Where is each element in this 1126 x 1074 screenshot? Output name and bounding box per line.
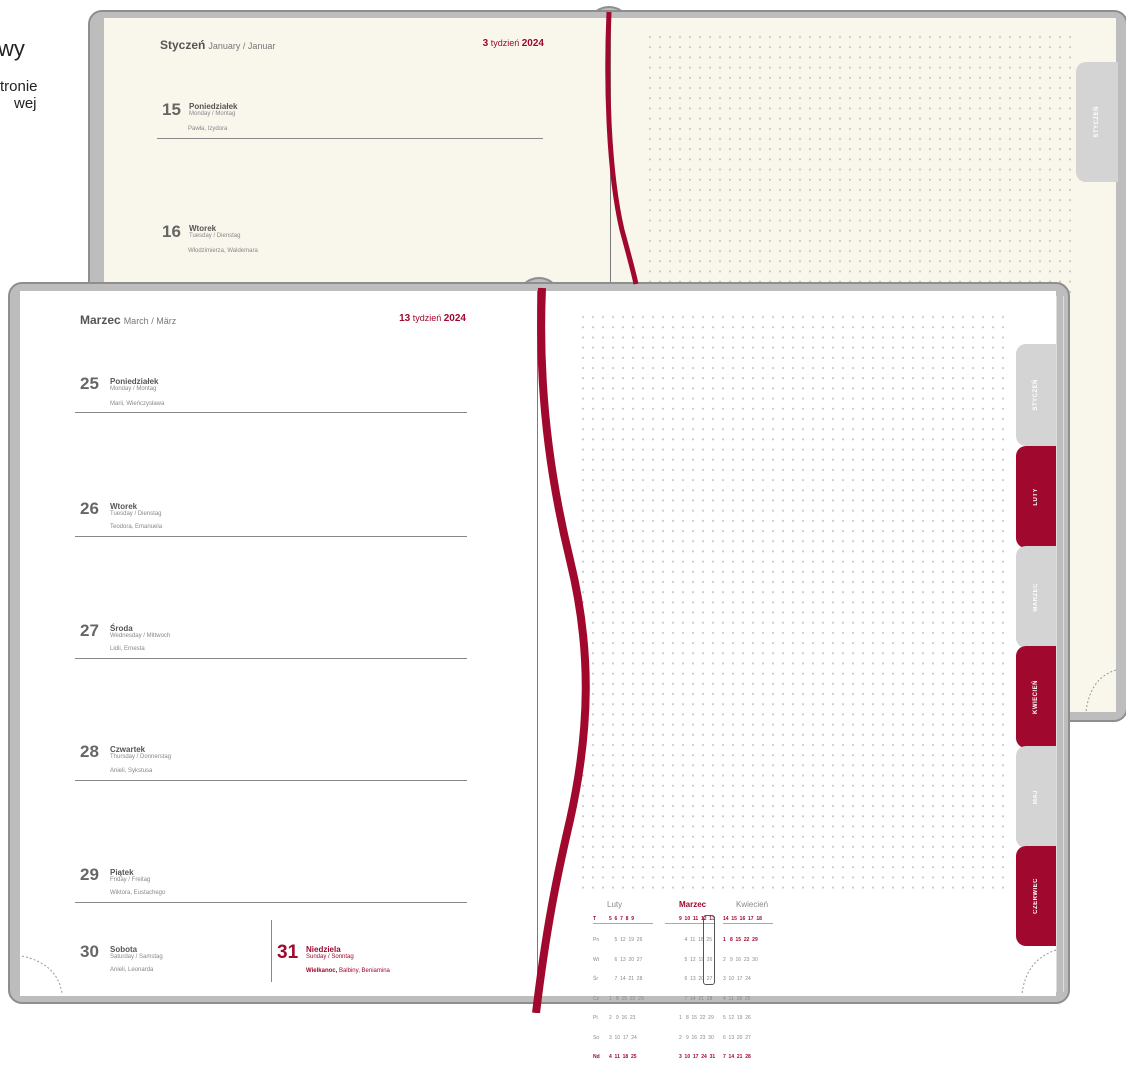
corner-arcs (21, 11, 1117, 1013)
mini-row: 1 8 15 22 29 (679, 1015, 714, 1021)
mini-dl: Nd (593, 1054, 600, 1060)
mini-row: 7 14 21 28 (723, 1054, 751, 1060)
mini-row: 6 13 20 27 (723, 1034, 751, 1041)
mini-row: 4 11 18 25 (609, 1054, 637, 1060)
front-corner-br (1021, 949, 1057, 995)
mini-row: 5 12 19 26 (723, 1015, 751, 1021)
mini-dl: So (593, 1034, 600, 1041)
mini-row: 2 9 16 23 30 (679, 1034, 714, 1041)
mini-dl: Pt (593, 1015, 598, 1021)
back-corner-br (1085, 669, 1117, 713)
mini-row: 3 10 17 24 31 (679, 1054, 716, 1060)
front-ribbon (532, 287, 590, 1013)
mini-row: 3 10 17 24 (609, 1034, 637, 1041)
back-ribbon (605, 11, 639, 285)
front-corner-bl (21, 955, 63, 995)
mini-row: 2 9 16 23 (609, 1015, 636, 1021)
